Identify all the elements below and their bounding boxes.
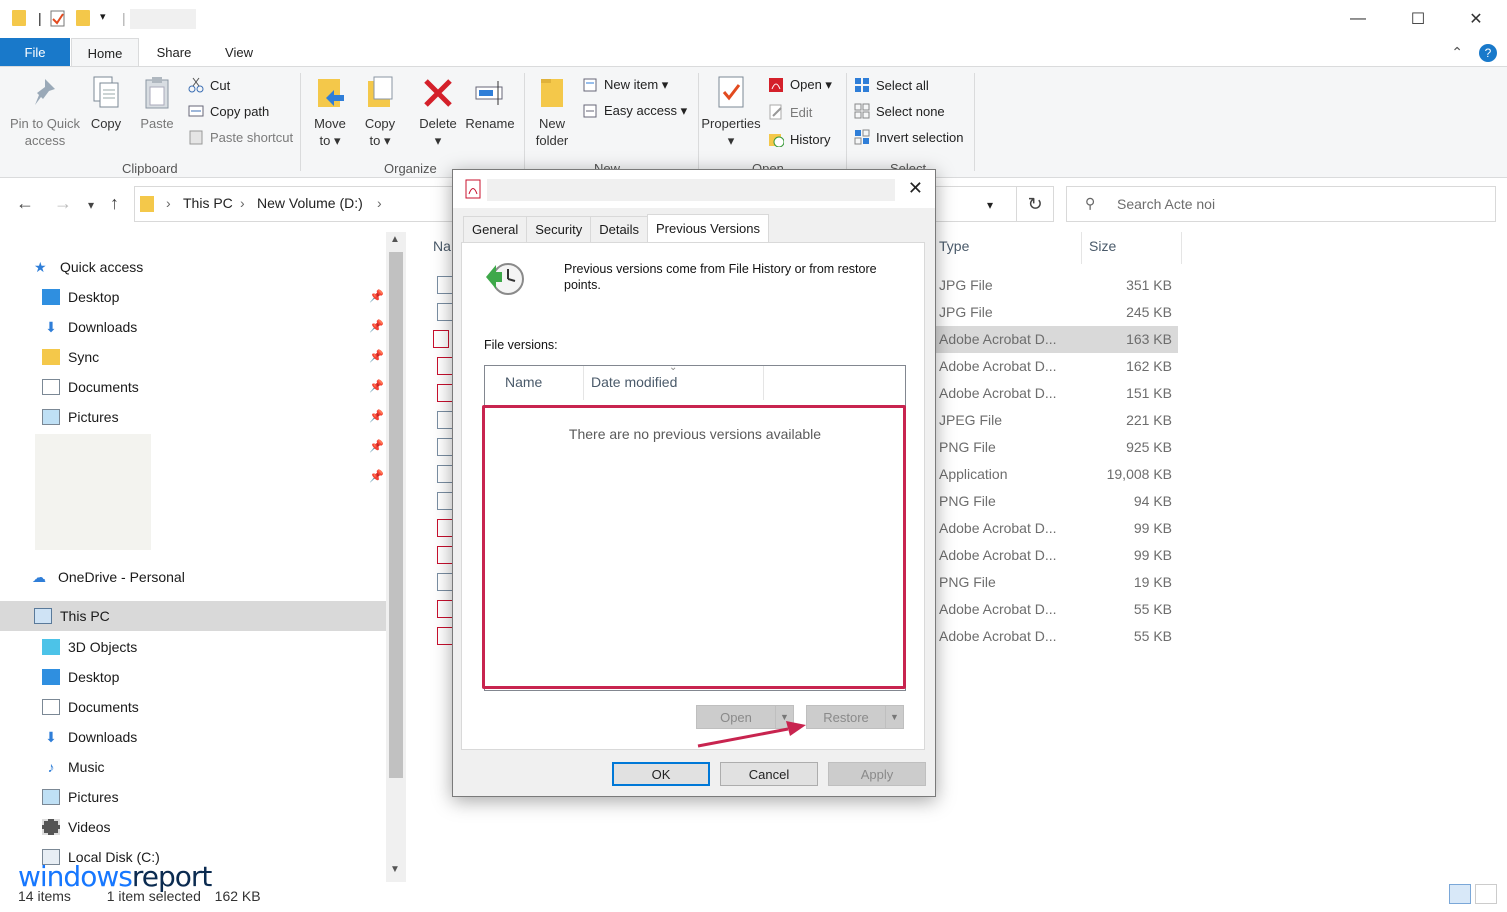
annotation-arrow [697,721,806,748]
